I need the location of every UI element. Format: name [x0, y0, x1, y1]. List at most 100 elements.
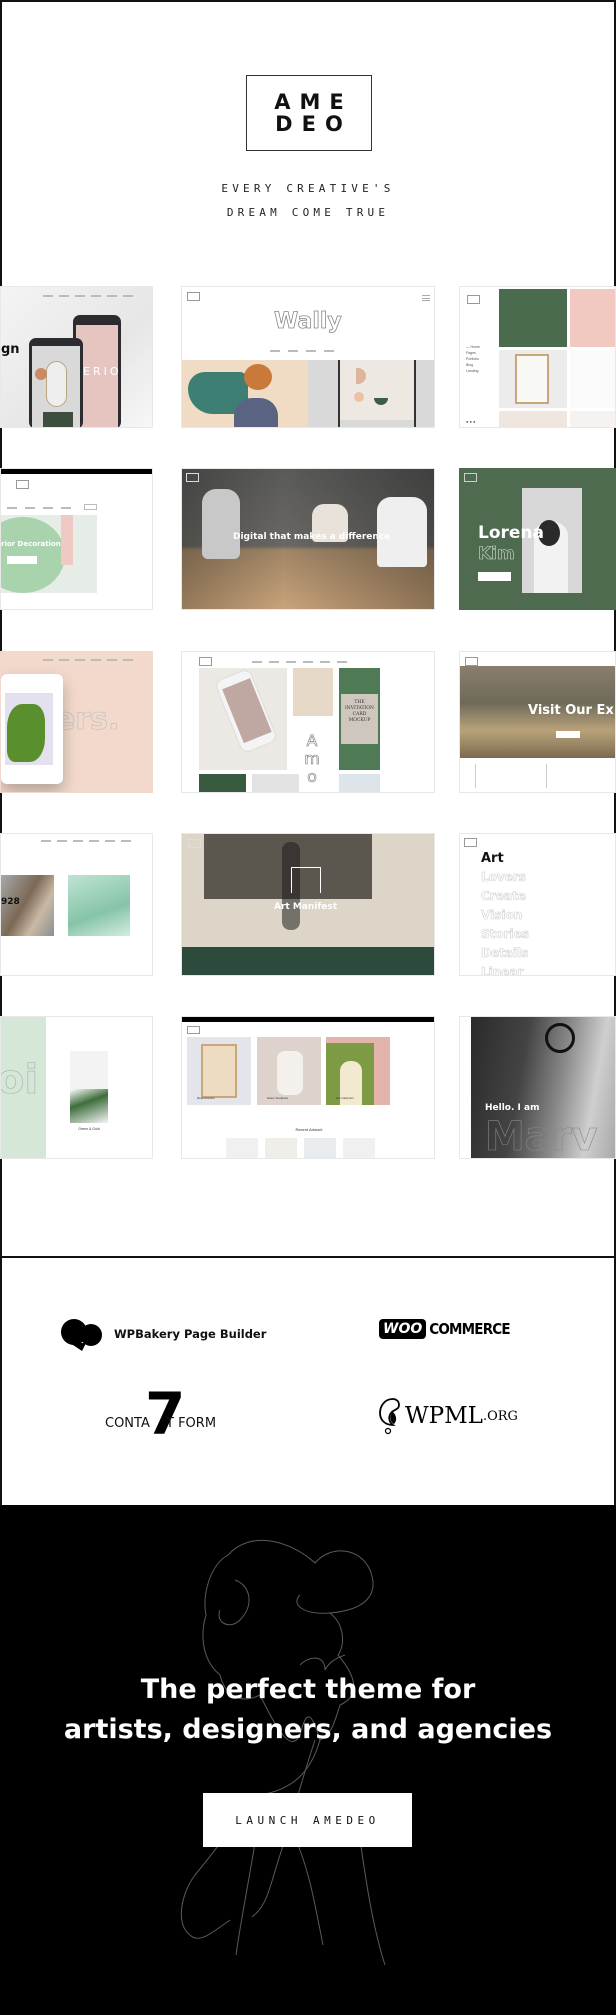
cta-title-line2: artists, designers, and agencies — [63, 1714, 553, 1745]
m-logo-icon — [291, 867, 321, 893]
section-title: Recent Artwork — [295, 1127, 323, 1132]
demo-word: Linear — [481, 965, 524, 976]
demo-title: Visit Our Ex — [528, 703, 614, 718]
amedeo-logo[interactable]: AME DEO — [246, 75, 372, 151]
plugins-section: WPBakery Page Builder WOO COMMERCE 7 CON… — [0, 1257, 616, 1505]
product-image-reproduction — [187, 1037, 251, 1105]
top-bar — [182, 1017, 434, 1022]
artwork-thumb — [343, 1138, 375, 1158]
demo-thumb-wally[interactable]: Wally — [181, 286, 435, 428]
demo-thumb-studio-grid[interactable]: THE INVITATION CARD MOCKUP Amo — [181, 651, 435, 793]
cta-section: The perfect theme for artists, designers… — [0, 1505, 616, 2015]
watercolor-image — [68, 875, 130, 936]
artwork-thumb — [265, 1138, 297, 1158]
demo-thumb-art-shop[interactable]: Reproduction Stone Sculpture Art Collect… — [181, 1016, 435, 1159]
demo-thumb-illustrations[interactable]: ers. — [0, 651, 153, 793]
logo-line-2: DEO — [275, 112, 352, 136]
demo-title: Art Manifest — [274, 902, 338, 912]
demo-word: Vision — [481, 908, 523, 923]
demo-thumb-illustrator[interactable]: — Home Pages Portfolio Blog Landing ● ● ● — [459, 286, 616, 428]
framed-sketch — [499, 350, 567, 408]
phone-mockup-image — [199, 667, 287, 770]
shop-button — [7, 556, 37, 564]
demo-thumb-gallery[interactable]: 928 — [0, 833, 153, 976]
demo-title: gn — [1, 342, 20, 357]
top-bar — [1, 469, 152, 474]
grid-tile — [199, 774, 246, 792]
demo-title: 928 — [1, 897, 20, 907]
demo-thumb-lorena[interactable]: Lorena Kim — [459, 468, 616, 610]
demo-title: Digital that makes a difference — [233, 532, 391, 542]
demo-thumb-interior-mobile[interactable]: gn ERIO — [0, 286, 153, 428]
mini-logo — [186, 473, 199, 482]
mini-nav — [7, 507, 71, 509]
woo-badge: WOO — [379, 1319, 427, 1339]
divider — [546, 764, 547, 788]
social-icons: ● ● ● — [466, 419, 476, 424]
tagline-line-2: DREAM COME TRUE — [226, 206, 390, 219]
artwork-tile — [499, 411, 567, 427]
wpbakery-cloud-icon — [61, 1319, 102, 1351]
demo-thumb-museum[interactable]: Visit Our Ex — [459, 651, 616, 793]
mini-logo — [464, 838, 477, 847]
woo-commerce-text: COMMERCE — [429, 1320, 510, 1338]
wpml-suffix: .ORG — [482, 1408, 518, 1424]
product-name: Green & Gold — [78, 1127, 100, 1131]
wpml-logo: WPML .ORG — [379, 1396, 518, 1436]
demo-title: oi — [0, 1057, 39, 1104]
mini-logo — [187, 1026, 200, 1034]
side-menu: — Home Pages Portfolio Blog Landing — [466, 345, 480, 373]
grid-tile — [252, 774, 299, 792]
demo-word: Stories — [481, 927, 530, 942]
artwork-tile — [570, 411, 615, 427]
mini-logo — [464, 473, 477, 482]
mini-logo — [187, 292, 200, 301]
product-image-sculpture — [257, 1037, 321, 1105]
demo-title-line2: Kim — [478, 544, 515, 565]
cf7-text-left: CONTA — [105, 1416, 150, 1431]
demo-title-line1: Lorena — [478, 523, 544, 543]
logo-line-1: AME — [274, 90, 353, 114]
demo-thumb-art-manifest[interactable]: Art Manifest — [181, 833, 435, 976]
green-marble-floor — [182, 947, 434, 975]
case-study-button — [478, 572, 511, 581]
launch-amedeo-button[interactable]: LAUNCH AMEDEO — [203, 1793, 412, 1847]
artwork-thumb — [304, 1138, 336, 1158]
mini-logo — [465, 657, 478, 666]
cart-button — [84, 504, 97, 510]
menu-icon — [422, 295, 430, 301]
vertical-text: Amo — [304, 731, 320, 786]
contact-form-7-logo: 7 CONTA T FORM — [105, 1384, 225, 1446]
cta-title-line1: The perfect theme for — [140, 1674, 476, 1705]
mini-logo — [188, 839, 201, 848]
demo-thumb-agency[interactable]: Digital that makes a difference — [181, 468, 435, 610]
line-art-figure-illustration — [180, 1540, 386, 1966]
phone-front — [29, 338, 83, 427]
demo-overlay: ERIO — [83, 365, 122, 378]
earrings-image — [70, 1051, 108, 1123]
product-label: Art Collection — [336, 1096, 354, 1100]
demo-title-line2: Marv — [485, 1114, 598, 1159]
demo-thumb-marv[interactable]: Hello. I am Marv — [459, 1016, 616, 1159]
demo-thumb-art-lovers[interactable]: Art Lovers Create Vision Stories Details… — [459, 833, 616, 976]
wpml-text: WPML — [405, 1403, 483, 1429]
pink-artwork — [570, 289, 615, 347]
art-frames-image — [308, 360, 434, 427]
demo-title: rior Decoration — [1, 540, 61, 548]
mini-logo — [199, 657, 212, 666]
hero-image — [1, 515, 97, 593]
grid-tile — [339, 774, 380, 792]
card-mockup-image — [293, 668, 333, 716]
explore-button — [556, 731, 580, 738]
demo-thumb-shop-interior[interactable]: rior Decoration — [0, 468, 153, 610]
mini-nav — [41, 840, 131, 842]
mini-nav — [252, 661, 347, 663]
mini-logo — [16, 480, 29, 489]
product-image-art — [326, 1037, 390, 1105]
demo-word-art: Art — [481, 851, 504, 866]
invitation-image: THE INVITATION CARD MOCKUP — [339, 668, 380, 770]
cf7-text-right: T FORM — [166, 1416, 217, 1431]
demo-thumb-jewelry[interactable]: oi Green & Gold — [0, 1016, 153, 1159]
demo-title: Wally — [274, 309, 343, 335]
mini-nav — [270, 350, 334, 352]
